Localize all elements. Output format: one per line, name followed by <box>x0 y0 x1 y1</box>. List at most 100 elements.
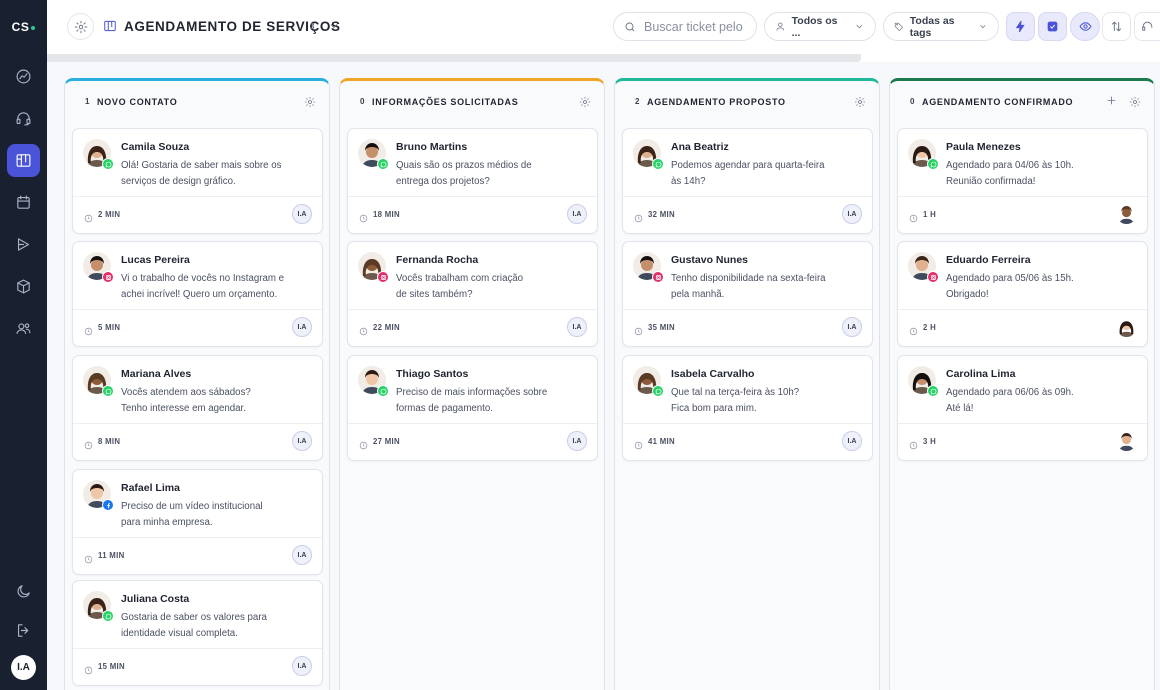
message-line: Preciso de um vídeo institucional <box>121 501 263 512</box>
lightning-icon <box>1015 20 1025 33</box>
ticket-card[interactable]: Lucas Pereira Vi o trabalho de vocês no I… <box>72 241 323 347</box>
ticket-card[interactable]: Thiago Santos Preciso de mais informações… <box>347 355 598 461</box>
add-card-button[interactable] <box>1105 94 1118 112</box>
message-line: entrega dos projetos? <box>396 175 490 187</box>
column-header: 0 INFORMAÇÕES SOLICITADAS <box>340 81 604 121</box>
ai-badge[interactable]: I.A <box>567 431 587 451</box>
sidebar-item-campaigns[interactable] <box>7 228 40 261</box>
users-filter-dropdown[interactable]: Todos os ... <box>764 12 876 41</box>
search-input[interactable] <box>644 19 754 34</box>
board-icon <box>16 154 31 167</box>
instagram-icon <box>102 271 114 283</box>
gear-icon <box>74 20 87 33</box>
column-settings-button[interactable] <box>1129 95 1141 113</box>
support-button[interactable] <box>1134 12 1160 41</box>
ai-badge[interactable]: I.A <box>567 204 587 224</box>
clock-icon <box>359 323 368 341</box>
sidebar-item-boards[interactable] <box>7 144 40 177</box>
ticket-card[interactable]: Camila Souza Olá! Gostaria de saber mais … <box>72 128 323 234</box>
message-line: Fica bom para mim. <box>671 402 757 414</box>
view-toggle-button[interactable] <box>1070 12 1100 41</box>
sort-button[interactable] <box>1102 12 1131 41</box>
sidebar-item-products[interactable] <box>7 270 40 303</box>
ai-badge[interactable]: I.A <box>292 656 312 676</box>
ticket-card[interactable]: Fernanda Rocha Vocês trabalham com criaçã… <box>347 241 598 347</box>
ticket-card[interactable]: Paula Menezes Agendado para 04/06 às 10h.… <box>897 128 1148 234</box>
tags-filter-dropdown[interactable]: Todas as tags <box>883 12 999 41</box>
last-message: Agendado para 06/06 às 09h. Até lá! <box>946 385 1136 416</box>
message-line: Que tal na terça-feira às 10h? <box>671 387 800 398</box>
waiting-time: 41 MIN <box>648 437 675 446</box>
ai-badge[interactable]: I.A <box>292 204 312 224</box>
waiting-time: 2 H <box>923 323 937 332</box>
waiting-time: 18 MIN <box>373 210 400 219</box>
contact-name: Ana Beatriz <box>671 141 729 153</box>
ai-badge[interactable]: I.A <box>842 317 862 337</box>
kanban-column: 0 INFORMAÇÕES SOLICITADAS Bruno Martins Qua… <box>339 78 605 690</box>
horizontal-scrollbar[interactable] <box>47 54 861 62</box>
whatsapp-icon <box>102 610 114 622</box>
ai-badge[interactable]: I.A <box>567 317 587 337</box>
ai-badge[interactable]: I.A <box>842 204 862 224</box>
headset-icon <box>1142 21 1153 31</box>
contact-avatar <box>633 366 664 397</box>
sidebar-item-contacts[interactable] <box>7 312 40 345</box>
board-settings-button[interactable] <box>67 13 94 40</box>
card-divider <box>623 196 872 197</box>
ticket-card[interactable]: Juliana Costa Gostaria de saber os valore… <box>72 580 323 686</box>
ticket-card[interactable]: Mariana Alves Vocês atendem aos sábados? T… <box>72 355 323 461</box>
message-line: de sites também? <box>396 288 473 300</box>
last-message: Olá! Gostaria de saber mais sobre os serv… <box>121 158 311 189</box>
message-line: Gostaria de saber os valores para <box>121 612 267 623</box>
tags-filter-label: Todas as tags <box>909 14 955 39</box>
user-icon <box>776 22 785 31</box>
contact-name: Mariana Alves <box>121 368 192 380</box>
contact-name: Carolina Lima <box>946 368 1016 380</box>
automation-toggle-button[interactable] <box>1006 12 1035 41</box>
sidebar-item-dashboard[interactable] <box>7 60 40 93</box>
sidebar-item-calendar[interactable] <box>7 186 40 219</box>
ticket-card[interactable]: Isabela Carvalho Que tal na terça-feira à… <box>622 355 873 461</box>
app-logo[interactable]: cs <box>0 20 47 34</box>
ai-badge[interactable]: I.A <box>292 317 312 337</box>
logout-button[interactable] <box>7 614 40 647</box>
message-line: achei incrível! Quero um orçamento. <box>121 288 278 300</box>
column-settings-button[interactable] <box>304 95 316 113</box>
clock-icon <box>84 551 93 569</box>
contact-avatar <box>633 252 664 283</box>
instagram-icon <box>377 271 389 283</box>
ai-badge[interactable]: I.A <box>292 431 312 451</box>
ticket-card[interactable]: Bruno Martins Quais são os prazos médios … <box>347 128 598 234</box>
last-message: Podemos agendar para quarta-feira às 14h? <box>671 158 861 189</box>
agent-avatar[interactable] <box>1116 430 1137 451</box>
agent-avatar[interactable] <box>1116 316 1137 337</box>
clock-icon <box>84 662 93 680</box>
column-count: 1 <box>85 97 90 106</box>
logo-text: cs <box>11 20 30 34</box>
select-tickets-button[interactable] <box>1038 12 1067 41</box>
contact-avatar <box>83 366 114 397</box>
theme-toggle-button[interactable] <box>7 575 40 608</box>
user-avatar[interactable]: I.A <box>11 655 36 680</box>
sidebar-item-support[interactable] <box>7 102 40 135</box>
column-settings-button[interactable] <box>579 95 591 113</box>
last-message: Vocês atendem aos sábados? Tenho interess… <box>121 385 311 416</box>
clock-icon <box>359 327 368 336</box>
ai-badge[interactable]: I.A <box>292 545 312 565</box>
ticket-card[interactable]: Eduardo Ferreira Agendado para 05/06 às 1… <box>897 241 1148 347</box>
column-settings-button[interactable] <box>854 95 866 113</box>
clock-icon <box>909 441 918 450</box>
contact-name: Camila Souza <box>121 141 190 153</box>
whatsapp-icon <box>377 158 389 170</box>
search-box[interactable] <box>613 12 757 41</box>
clock-icon <box>634 437 643 455</box>
ticket-card[interactable]: Carolina Lima Agendado para 06/06 às 09h.… <box>897 355 1148 461</box>
clock-icon <box>84 323 93 341</box>
column-count: 2 <box>635 97 640 106</box>
ticket-card[interactable]: Gustavo Nunes Tenho disponibilidade na se… <box>622 241 873 347</box>
ticket-card[interactable]: Ana Beatriz Podemos agendar para quarta-f… <box>622 128 873 234</box>
agent-avatar[interactable] <box>1116 203 1137 224</box>
board-selector-chevron[interactable] <box>328 19 340 37</box>
ticket-card[interactable]: Rafael Lima Preciso de um vídeo instituci… <box>72 469 323 575</box>
ai-badge[interactable]: I.A <box>842 431 862 451</box>
